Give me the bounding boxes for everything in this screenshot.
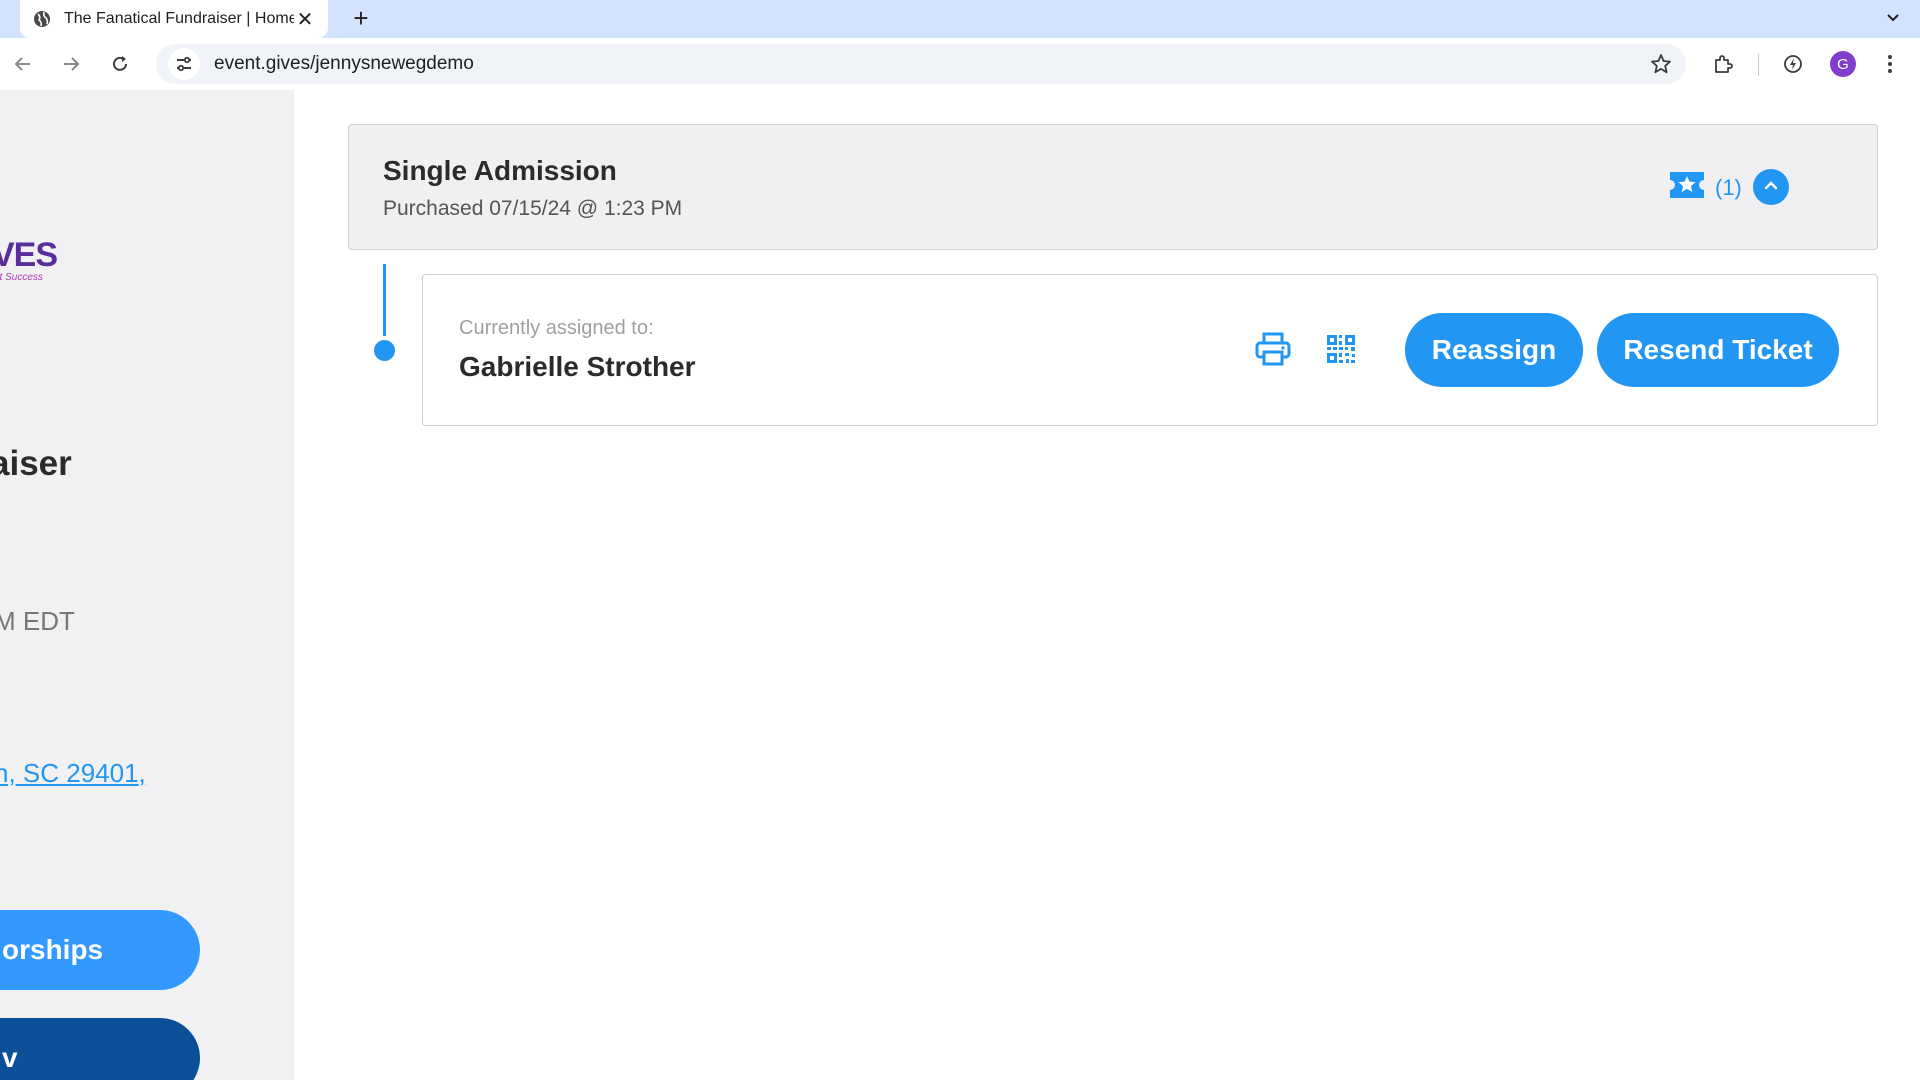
ticket-count: (1) <box>1669 171 1742 204</box>
event-title: aiser <box>0 444 72 483</box>
forward-arrow-icon[interactable] <box>54 47 88 81</box>
qr-code-button[interactable] <box>1321 331 1361 371</box>
reassign-button[interactable]: Reassign <box>1405 313 1583 387</box>
extensions-icon[interactable] <box>1706 47 1740 81</box>
assignee-name: Gabrielle Strother <box>459 351 696 382</box>
timeline-connector <box>383 264 386 336</box>
ticket-header[interactable]: Single Admission Purchased 07/15/24 @ 1:… <box>348 124 1878 250</box>
plus-icon[interactable]: + <box>346 3 376 33</box>
logo-tagline: nt Success <box>0 272 43 283</box>
star-icon[interactable] <box>1644 47 1678 81</box>
reload-icon[interactable] <box>103 47 137 81</box>
address-bar[interactable]: event.gives/jennysnewegdemo <box>156 44 1686 84</box>
kebab-menu-icon[interactable] <box>1873 47 1907 81</box>
ticket-star-icon <box>1669 171 1705 204</box>
collapse-button[interactable] <box>1753 169 1789 205</box>
ticket-count-value: (1) <box>1715 174 1742 200</box>
globe-icon <box>32 9 52 29</box>
browser-toolbar: event.gives/jennysnewegdemo G <box>0 38 1920 90</box>
logo: VES <box>0 236 58 274</box>
timeline-dot <box>374 340 395 361</box>
chevron-up-icon <box>1763 177 1779 198</box>
printer-icon <box>1255 332 1291 371</box>
tab-title: The Fanatical Fundraiser | Home <box>64 10 294 27</box>
site-settings-icon[interactable] <box>168 48 200 80</box>
resend-ticket-button[interactable]: Resend Ticket <box>1597 313 1839 387</box>
qr-code-icon <box>1325 333 1357 370</box>
chevron-down-icon[interactable] <box>1876 2 1910 32</box>
sponsorships-button[interactable]: orships <box>0 910 200 990</box>
close-icon[interactable]: ✕ <box>294 8 316 31</box>
url-text[interactable]: event.gives/jennysnewegdemo <box>214 53 1644 75</box>
back-arrow-icon[interactable] <box>6 47 40 81</box>
profile-avatar[interactable]: G <box>1826 47 1860 81</box>
profile-initial: G <box>1830 51 1856 77</box>
toolbar-divider <box>1758 54 1759 76</box>
main-content: Single Admission Purchased 07/15/24 @ 1:… <box>294 90 1920 1080</box>
donate-button[interactable]: v <box>0 1018 200 1080</box>
ticket-assignment-card: Currently assigned to: Gabrielle Strothe… <box>422 274 1878 426</box>
performance-icon[interactable] <box>1776 47 1810 81</box>
browser-tab[interactable]: The Fanatical Fundraiser | Home ✕ <box>20 0 328 38</box>
event-time: M EDT <box>0 606 75 636</box>
tab-strip: The Fanatical Fundraiser | Home ✕ + <box>0 0 1920 38</box>
event-address-link[interactable]: n, SC 29401, <box>0 758 146 789</box>
purchase-date: Purchased 07/15/24 @ 1:23 PM <box>383 197 683 220</box>
assigned-label: Currently assigned to: <box>459 317 654 339</box>
ticket-name: Single Admission <box>383 155 617 186</box>
event-sidebar: VES nt Success aiser M EDT n, SC 29401, … <box>0 90 294 1080</box>
print-ticket-button[interactable] <box>1253 331 1293 371</box>
